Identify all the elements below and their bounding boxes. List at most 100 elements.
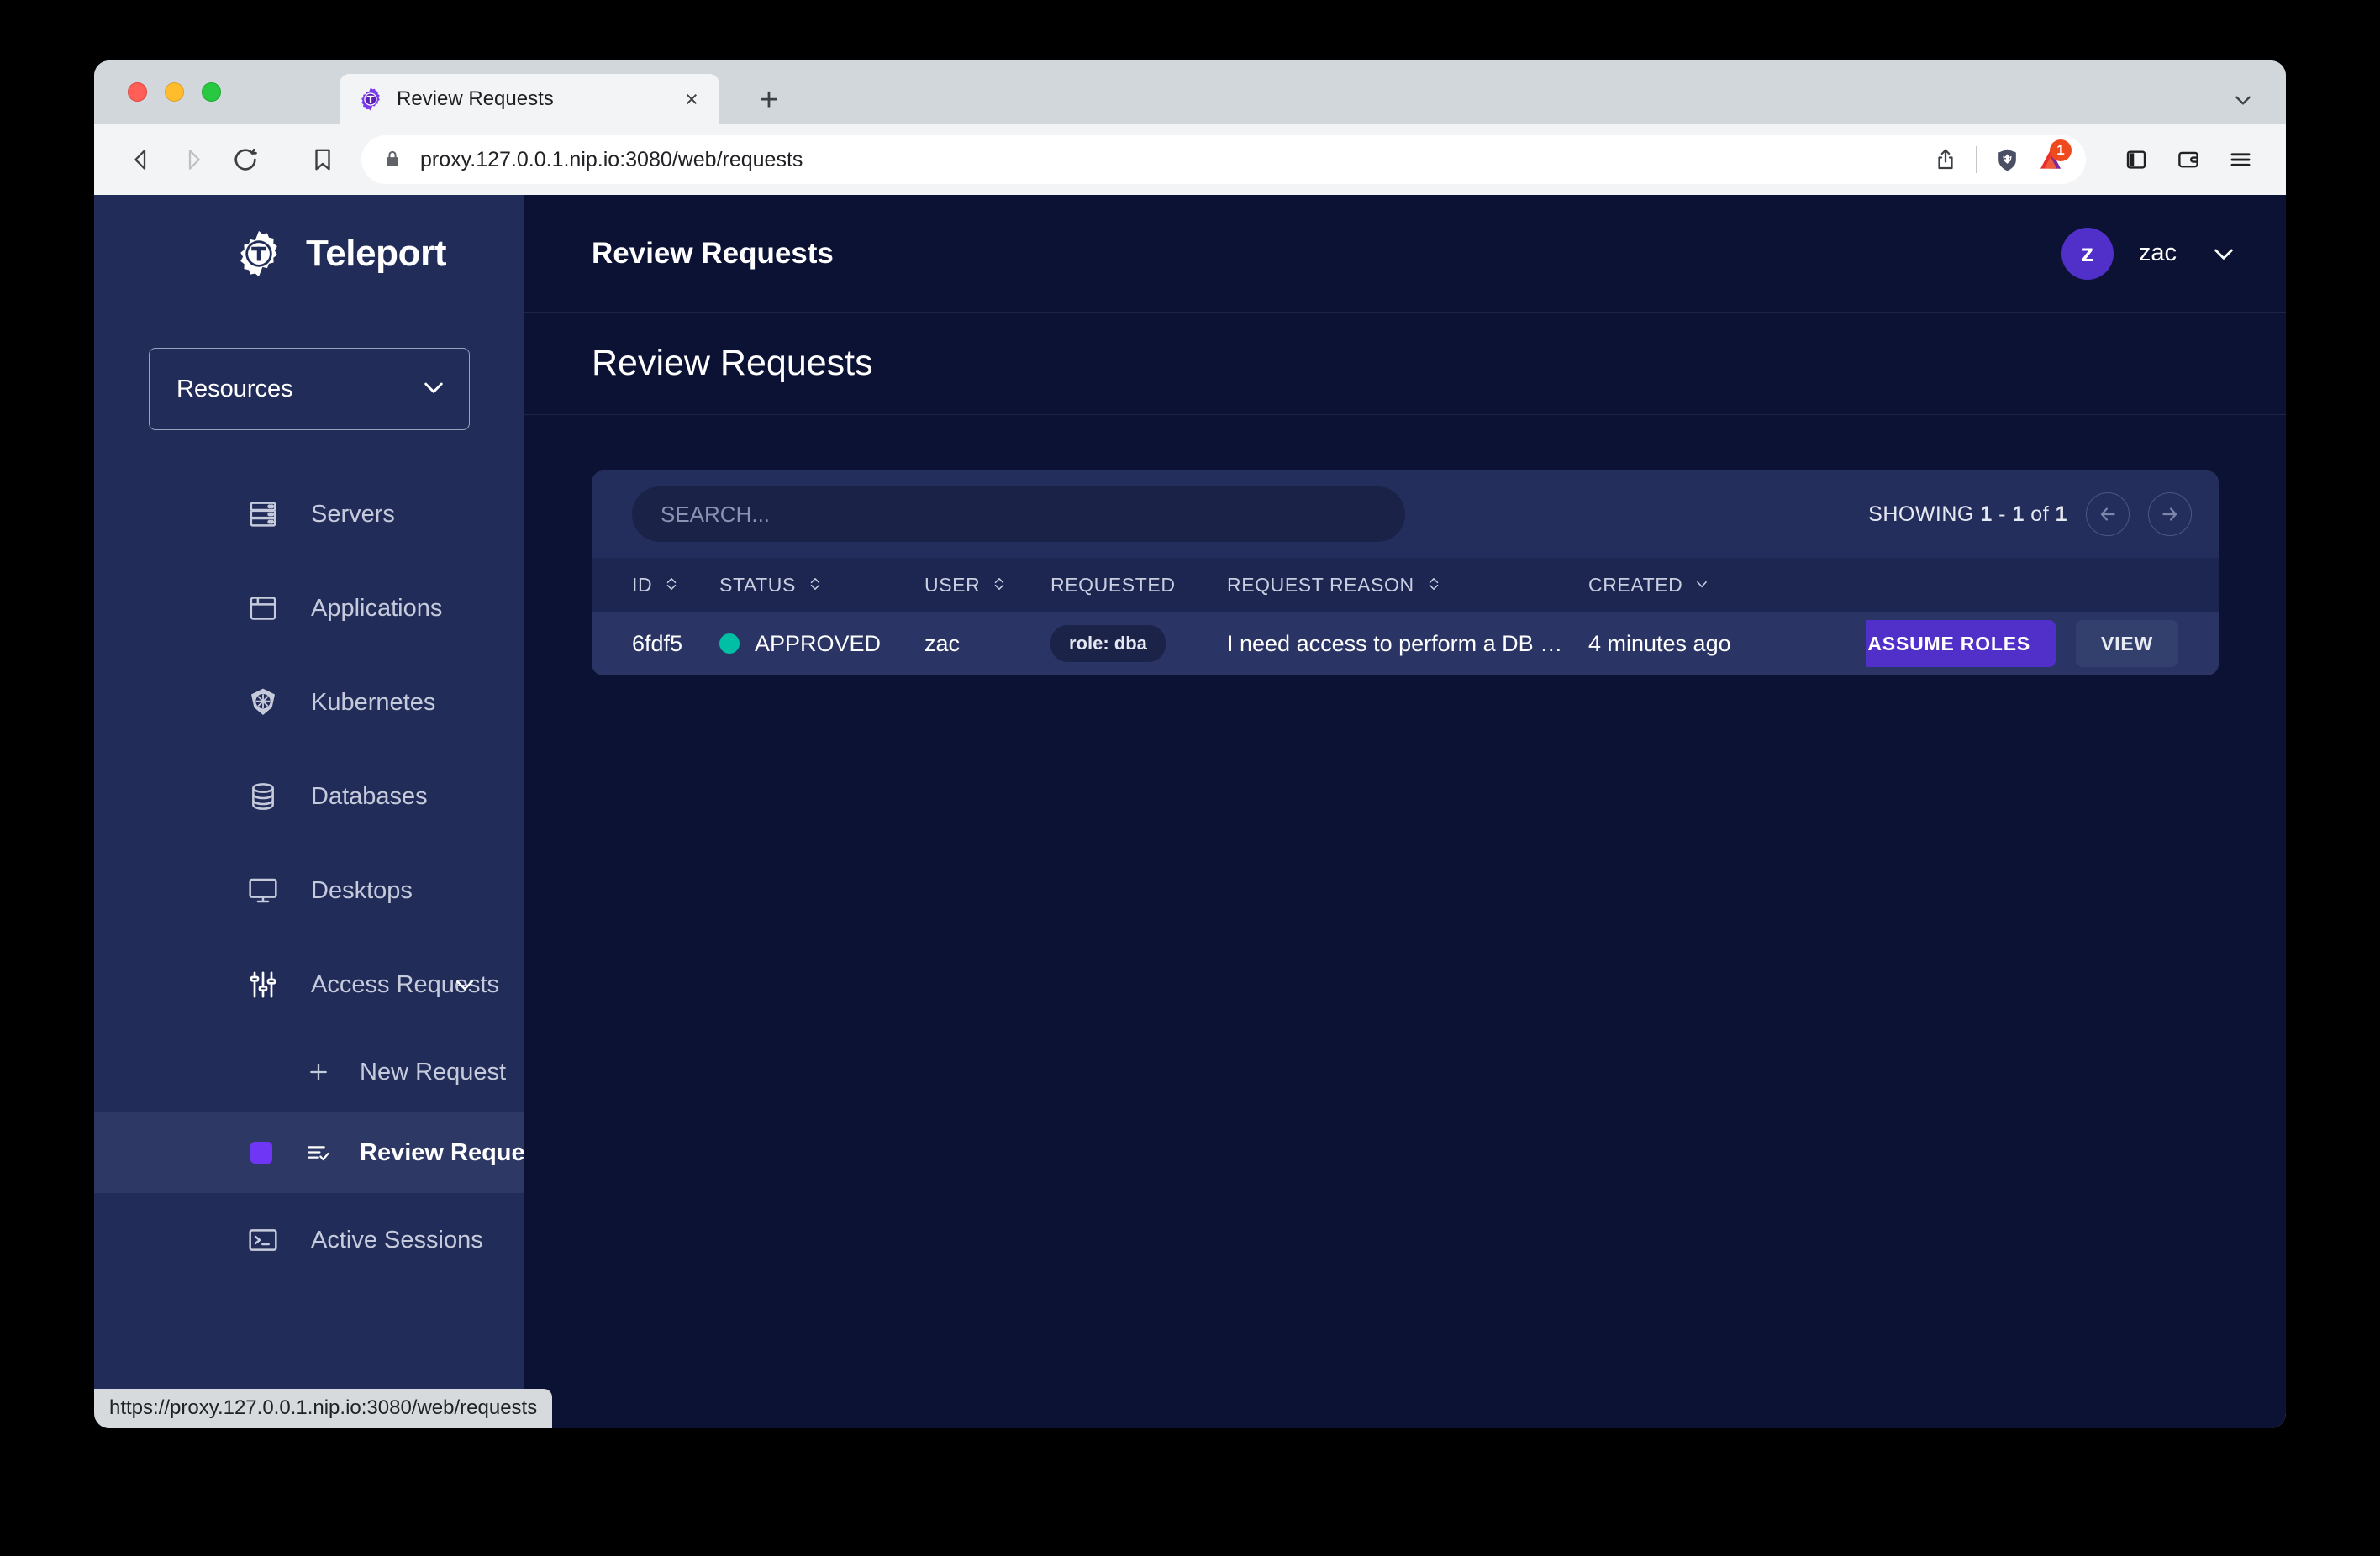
reload-icon[interactable] [225, 139, 266, 180]
brand-logo-block[interactable]: Teleport [94, 195, 524, 313]
sidebar-item-label: Desktops [311, 877, 413, 905]
sliders-icon [244, 965, 282, 1004]
user-name: zac [2139, 239, 2177, 267]
sidebar-item-desktops[interactable]: Desktops [94, 844, 524, 938]
sidebar-item-label: Review Requests [360, 1139, 524, 1167]
teleport-app: Teleport Resources [94, 195, 2286, 1428]
sidebar-item-review-requests[interactable]: Review Requests [94, 1112, 524, 1193]
cell-user: zac [924, 612, 1050, 675]
desktop-monitor-icon [244, 871, 282, 910]
column-header-status[interactable]: STATUS [719, 558, 924, 612]
column-header-requested: REQUESTED [1050, 558, 1227, 612]
cell-request-reason: I need access to perform a DB mi... [1227, 612, 1588, 675]
cell-requested: role: dba [1050, 612, 1227, 675]
showing-prefix: SHOWING [1868, 502, 1980, 526]
browser-window: Review Requests × + [94, 60, 2286, 1428]
extension-badge-count: 1 [2050, 139, 2072, 161]
column-label: CREATED [1588, 574, 1682, 597]
showing-of: of [2025, 502, 2056, 526]
chevron-down-icon[interactable] [2232, 89, 2254, 111]
column-label: STATUS [719, 574, 796, 597]
close-window-button[interactable] [128, 82, 147, 102]
table-row[interactable]: 6fdf5 APPROVED zac role: dba [592, 612, 2219, 675]
window-traffic-lights [128, 82, 221, 102]
column-label: REQUEST REASON [1227, 574, 1414, 597]
search-input[interactable] [632, 486, 1405, 542]
next-page-button[interactable] [2148, 492, 2192, 536]
column-header-request-reason[interactable]: REQUEST REASON [1227, 558, 1588, 612]
sort-both-icon [808, 574, 823, 597]
close-tab-button[interactable]: × [679, 87, 704, 112]
showing-total: 1 [2056, 502, 2067, 526]
user-menu[interactable]: z zac [2061, 228, 2237, 280]
browser-tab-strip: Review Requests × + [94, 60, 2286, 124]
browser-toolbar: proxy.127.0.0.1.nip.io:3080/web/requests [94, 124, 2286, 195]
main-area: Review Requests z zac Review Requests [524, 195, 2286, 1428]
sidebar-item-label: Databases [311, 783, 428, 811]
wallet-icon[interactable] [2167, 138, 2210, 181]
showing-from: 1 [1980, 502, 1992, 526]
database-cylinder-icon [244, 777, 282, 816]
status-badge: APPROVED [755, 631, 881, 657]
sidebar-panel-icon[interactable] [2114, 138, 2158, 181]
table-head: ID [592, 558, 2219, 612]
sort-both-icon [664, 574, 679, 597]
sidebar-item-label: Active Sessions [311, 1227, 483, 1254]
lock-icon[interactable] [383, 149, 402, 171]
teleport-gear-icon [358, 87, 383, 112]
sidebar-item-servers[interactable]: Servers [94, 467, 524, 561]
status-bar-url: https://proxy.127.0.0.1.nip.io:3080/web/… [94, 1389, 552, 1428]
sidebar-item-databases[interactable]: Databases [94, 749, 524, 844]
bookmark-icon[interactable] [303, 139, 343, 180]
hamburger-menu-icon[interactable] [2219, 138, 2262, 181]
maximize-window-button[interactable] [202, 82, 221, 102]
back-arrow-icon[interactable] [121, 139, 161, 180]
active-indicator [250, 1142, 272, 1164]
kubernetes-helm-icon [244, 683, 282, 722]
table-header-row: ID [592, 558, 2219, 612]
assume-roles-button[interactable]: ASSUME ROLES [1866, 620, 2056, 667]
showing-to: 1 [2012, 502, 2024, 526]
sidebar-item-new-request[interactable]: New Request [94, 1032, 524, 1112]
sidebar-item-label: New Request [360, 1059, 506, 1086]
new-tab-button[interactable]: + [755, 86, 783, 114]
sidebar-item-access-requests[interactable]: Access Requests [94, 938, 524, 1032]
sidebar-item-label: Servers [311, 501, 395, 528]
column-header-created[interactable]: CREATED [1588, 558, 1866, 612]
prev-page-button[interactable] [2086, 492, 2130, 536]
resources-dropdown-label: Resources [176, 376, 420, 403]
plus-icon [303, 1053, 334, 1091]
minimize-window-button[interactable] [165, 82, 184, 102]
navbar-title: Review Requests [592, 237, 2061, 271]
row-action-buttons: ASSUME ROLES VIEW [1866, 620, 2219, 667]
sidebar-item-label: Kubernetes [311, 689, 435, 717]
url-bar[interactable]: proxy.127.0.0.1.nip.io:3080/web/requests [361, 135, 2086, 184]
view-button[interactable]: VIEW [2076, 620, 2178, 667]
sidebar-item-label: Applications [311, 595, 442, 623]
request-reason-text: I need access to perform a DB mi... [1227, 631, 1580, 657]
resources-dropdown[interactable]: Resources [149, 348, 470, 430]
forward-arrow-icon [173, 139, 213, 180]
chevron-down-icon [420, 374, 447, 405]
column-label: USER [924, 574, 980, 597]
status-dot [719, 633, 740, 654]
avatar: z [2061, 228, 2114, 280]
table-body: 6fdf5 APPROVED zac role: dba [592, 612, 2219, 675]
sidebar-item-active-sessions[interactable]: Active Sessions [94, 1193, 524, 1287]
brave-lion-shield-icon[interactable] [1985, 138, 2029, 181]
column-header-id[interactable]: ID [592, 558, 719, 612]
showing-count: SHOWING 1 - 1 of 1 [1868, 502, 2067, 527]
share-icon[interactable] [1924, 138, 1967, 181]
sidebar-item-applications[interactable]: Applications [94, 561, 524, 655]
extension-icon[interactable]: 1 [2029, 138, 2072, 181]
chevron-down-icon [2210, 240, 2237, 267]
cell-actions: ASSUME ROLES VIEW [1866, 612, 2219, 675]
column-header-actions [1866, 558, 2219, 612]
browser-tab[interactable]: Review Requests × [340, 74, 719, 124]
list-check-icon [303, 1133, 334, 1172]
brand-name: Teleport [306, 233, 446, 275]
sidebar-item-kubernetes[interactable]: Kubernetes [94, 655, 524, 749]
column-header-user[interactable]: USER [924, 558, 1050, 612]
terminal-prompt-icon [244, 1221, 282, 1259]
column-label: REQUESTED [1050, 574, 1176, 597]
